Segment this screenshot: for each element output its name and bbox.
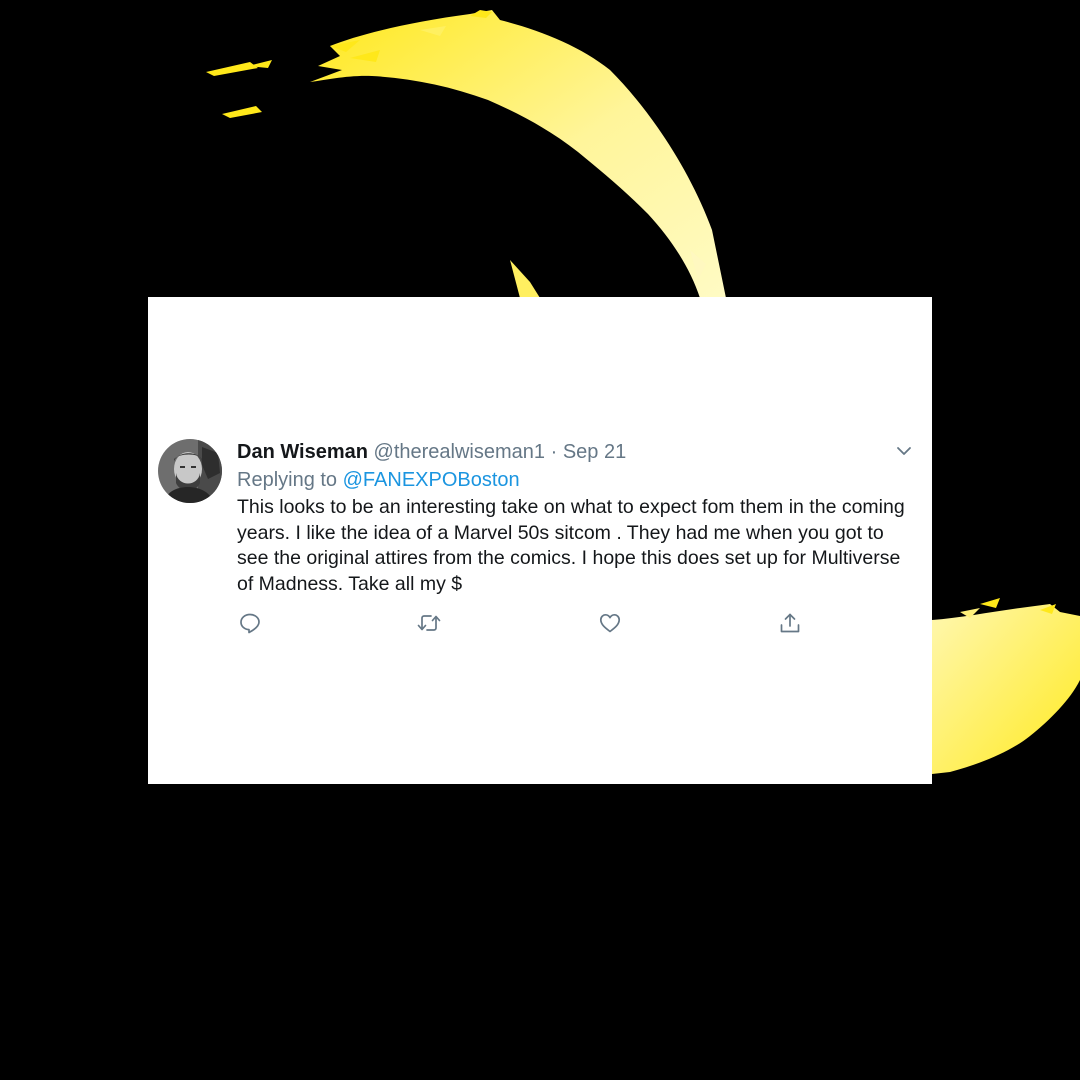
heart-icon [599, 613, 621, 633]
tweet-card: Dan Wiseman @therealwiseman1 · Sep 21 Re… [148, 297, 932, 784]
like-button[interactable] [597, 610, 623, 636]
tweet-actions [237, 610, 837, 638]
user-photo-icon [158, 439, 222, 503]
separator-dot: · [550, 441, 558, 463]
more-options-button[interactable] [892, 439, 916, 463]
tweet-date[interactable]: Sep 21 [563, 441, 626, 463]
retweet-icon [417, 615, 441, 631]
avatar[interactable] [158, 439, 222, 503]
tweet-header: Dan Wiseman @therealwiseman1 · Sep 21 [237, 439, 626, 465]
user-handle[interactable]: @therealwiseman1 [374, 441, 546, 463]
reply-button[interactable] [237, 610, 263, 636]
retweet-button[interactable] [416, 610, 442, 636]
share-button[interactable] [777, 610, 803, 636]
display-name[interactable]: Dan Wiseman [237, 441, 368, 463]
replying-to-label: Replying to [237, 469, 338, 491]
replying-to-line: Replying to @FANEXPOBoston [237, 467, 520, 493]
replying-to-handle[interactable]: @FANEXPOBoston [343, 469, 520, 491]
graphic-canvas: Dan Wiseman @therealwiseman1 · Sep 21 Re… [0, 0, 1080, 1080]
tweet-text: This looks to be an interesting take on … [237, 496, 905, 595]
chevron-down-icon [897, 447, 911, 455]
share-icon [780, 613, 800, 633]
reply-icon [240, 613, 260, 634]
